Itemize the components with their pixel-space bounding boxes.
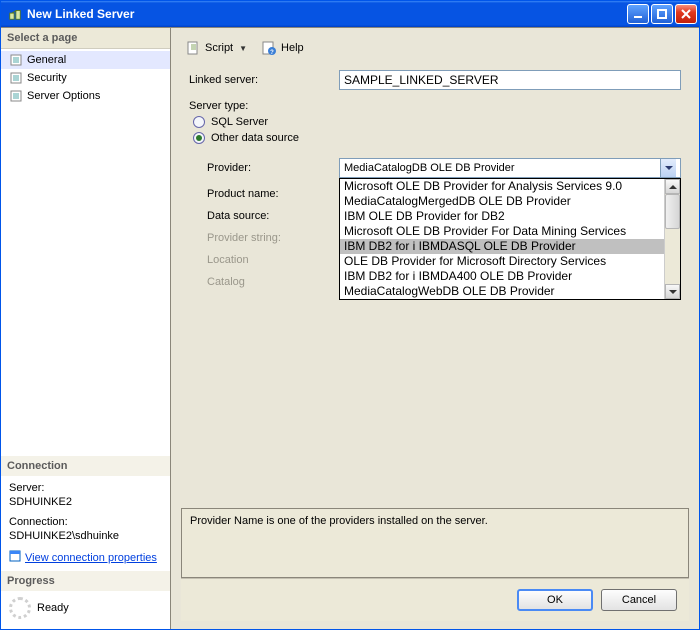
linked-server-input[interactable] <box>339 70 681 90</box>
dialog-window: New Linked Server Select a page General … <box>0 0 700 630</box>
provider-option[interactable]: MediaCatalogWebDB OLE DB Provider <box>340 284 664 299</box>
help-button[interactable]: ? Help <box>257 38 308 58</box>
page-icon <box>9 53 23 67</box>
radio-icon <box>193 116 205 128</box>
provider-option[interactable]: IBM OLE DB Provider for DB2 <box>340 209 664 224</box>
sidebar: Select a page General Security Server Op… <box>1 28 171 629</box>
scroll-down-button[interactable] <box>665 284 680 299</box>
page-icon <box>9 89 23 103</box>
titlebar[interactable]: New Linked Server <box>1 1 699 27</box>
sidebar-item-label: Security <box>27 72 67 84</box>
connection-value: SDHUINKE2\sdhuinke <box>9 530 162 542</box>
window-title: New Linked Server <box>27 7 627 21</box>
progress-spinner-icon <box>9 597 31 619</box>
scroll-thumb[interactable] <box>665 194 680 229</box>
provider-option[interactable]: OLE DB Provider for Microsoft Directory … <box>340 254 664 269</box>
sidebar-item-label: General <box>27 54 66 66</box>
view-connection-properties-link[interactable]: View connection properties <box>9 550 157 565</box>
provider-dropdown[interactable]: MediaCatalogDB OLE DB Provider Microsoft… <box>339 158 681 178</box>
linked-server-label: Linked server: <box>189 74 339 86</box>
sidebar-item-security[interactable]: Security <box>1 69 170 87</box>
help-icon: ? <box>261 40 277 56</box>
data-source-label: Data source: <box>207 210 339 222</box>
radio-icon <box>193 132 205 144</box>
help-text-box: Provider Name is one of the providers in… <box>181 508 689 578</box>
provider-label: Provider: <box>207 162 339 174</box>
provider-dropdown-list: Microsoft OLE DB Provider for Analysis S… <box>339 178 681 300</box>
dialog-footer: OK Cancel <box>181 578 689 621</box>
provider-option[interactable]: Microsoft OLE DB Provider For Data Minin… <box>340 224 664 239</box>
connection-label: Connection: <box>9 516 162 528</box>
location-label: Location <box>207 254 339 266</box>
scroll-track[interactable] <box>665 194 680 284</box>
radio-sql-server[interactable]: SQL Server <box>193 116 681 128</box>
chevron-down-icon[interactable] <box>660 159 676 177</box>
dropdown-scrollbar[interactable] <box>664 179 680 299</box>
server-value: SDHUINKE2 <box>9 496 162 508</box>
provider-option[interactable]: IBM DB2 for i IBMDA400 OLE DB Provider <box>340 269 664 284</box>
radio-other-data-source[interactable]: Other data source <box>193 132 681 144</box>
sidebar-item-server-options[interactable]: Server Options <box>1 87 170 105</box>
sidebar-item-general[interactable]: General <box>1 51 170 69</box>
close-button[interactable] <box>675 4 697 24</box>
chevron-down-icon: ▼ <box>239 44 247 53</box>
minimize-button[interactable] <box>627 4 649 24</box>
properties-icon <box>9 550 21 565</box>
provider-string-label: Provider string: <box>207 232 339 244</box>
catalog-label: Catalog <box>207 276 339 288</box>
scroll-up-button[interactable] <box>665 179 680 194</box>
provider-option[interactable]: Microsoft OLE DB Provider for Analysis S… <box>340 179 664 194</box>
progress-header: Progress <box>1 571 170 591</box>
toolbar: Script ▼ ? Help <box>181 34 689 66</box>
main-panel: Script ▼ ? Help Linked server: Server ty… <box>171 28 699 629</box>
provider-option[interactable]: IBM DB2 for i IBMDASQL OLE DB Provider <box>340 239 664 254</box>
connection-header: Connection <box>1 456 170 476</box>
progress-status: Ready <box>37 602 69 614</box>
server-label: Server: <box>9 482 162 494</box>
script-icon <box>185 40 201 56</box>
server-type-label: Server type: <box>189 100 339 112</box>
script-button[interactable]: Script ▼ <box>181 38 251 58</box>
app-icon <box>7 6 23 22</box>
sidebar-item-label: Server Options <box>27 90 100 102</box>
svg-text:?: ? <box>270 50 274 55</box>
product-name-label: Product name: <box>207 188 339 200</box>
page-icon <box>9 71 23 85</box>
select-page-header: Select a page <box>1 28 170 49</box>
cancel-button[interactable]: Cancel <box>601 589 677 611</box>
maximize-button[interactable] <box>651 4 673 24</box>
provider-option[interactable]: MediaCatalogMergedDB OLE DB Provider <box>340 194 664 209</box>
ok-button[interactable]: OK <box>517 589 593 611</box>
